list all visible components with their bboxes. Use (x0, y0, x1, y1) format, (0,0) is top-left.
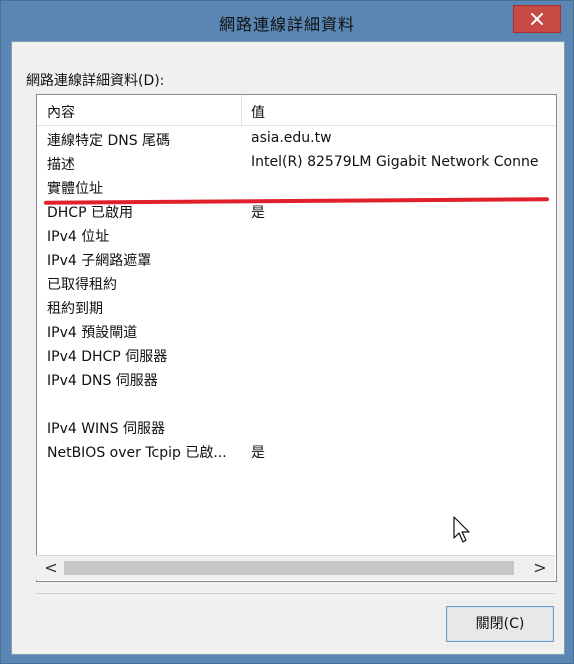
table-row[interactable]: IPv4 位址 (37, 223, 556, 247)
row-property: DHCP 已啟用 (47, 205, 133, 221)
table-row[interactable]: 連線特定 DNS 尾碼 asia.edu.tw (37, 127, 556, 151)
row-property: IPv4 WINS 伺服器 (47, 421, 165, 437)
row-property: IPv4 子網路遮罩 (47, 253, 152, 269)
title-bar[interactable]: 網路連線詳細資料 (1, 1, 573, 41)
window-title: 網路連線詳細資料 (218, 15, 355, 34)
row-value: Intel(R) 82579LM Gigabit Network Conne (251, 154, 539, 170)
row-property: IPv4 預設閘道 (47, 325, 138, 341)
table-row[interactable]: 租約到期 (37, 295, 556, 319)
chevron-right-icon[interactable]: > (531, 559, 549, 577)
column-divider[interactable] (241, 95, 242, 125)
row-property: 實體位址 (47, 181, 103, 197)
table-row[interactable]: IPv4 DHCP 伺服器 (37, 343, 556, 367)
row-value: asia.edu.tw (251, 130, 332, 146)
details-list[interactable]: 內容 值 連線特定 DNS 尾碼 asia.edu.tw 描述 Intel(R)… (36, 94, 557, 582)
row-value: 是 (251, 205, 265, 221)
table-row[interactable]: IPv4 WINS 伺服器 (37, 415, 556, 439)
table-row[interactable]: 實體位址 (37, 175, 556, 199)
footer-divider (36, 593, 555, 594)
table-row[interactable]: NetBIOS over Tcpip 已啟... 是 (37, 439, 556, 463)
chevron-left-icon[interactable]: < (42, 559, 60, 577)
row-property: 描述 (47, 157, 75, 173)
row-value: 是 (251, 445, 265, 461)
table-row[interactable]: 已取得租約 (37, 271, 556, 295)
close-icon (531, 13, 543, 25)
details-list-label: 網路連線詳細資料(D): (26, 73, 165, 89)
row-property: IPv4 DNS 伺服器 (47, 373, 158, 389)
column-header-value[interactable]: 值 (251, 102, 265, 122)
scrollbar-thumb[interactable] (64, 561, 514, 575)
row-property: IPv4 DHCP 伺服器 (47, 349, 168, 365)
window-close-button[interactable] (513, 5, 561, 33)
row-property: 連線特定 DNS 尾碼 (47, 133, 171, 149)
horizontal-scrollbar[interactable]: < > (36, 555, 555, 580)
row-property: IPv4 位址 (47, 229, 110, 245)
list-header: 內容 值 (37, 95, 556, 126)
table-row[interactable]: IPv4 DNS 伺服器 (37, 367, 556, 391)
row-property: 租約到期 (47, 301, 103, 317)
table-row[interactable]: 描述 Intel(R) 82579LM Gigabit Network Conn… (37, 151, 556, 175)
table-row[interactable]: IPv4 預設閘道 (37, 319, 556, 343)
row-property: NetBIOS over Tcpip 已啟... (47, 445, 227, 461)
table-row[interactable]: IPv4 子網路遮罩 (37, 247, 556, 271)
close-button[interactable]: 關閉(C) (446, 606, 554, 642)
column-header-property[interactable]: 內容 (47, 102, 75, 122)
mouse-cursor-icon (453, 516, 470, 543)
table-row[interactable] (37, 391, 556, 415)
row-property: 已取得租約 (47, 277, 117, 293)
